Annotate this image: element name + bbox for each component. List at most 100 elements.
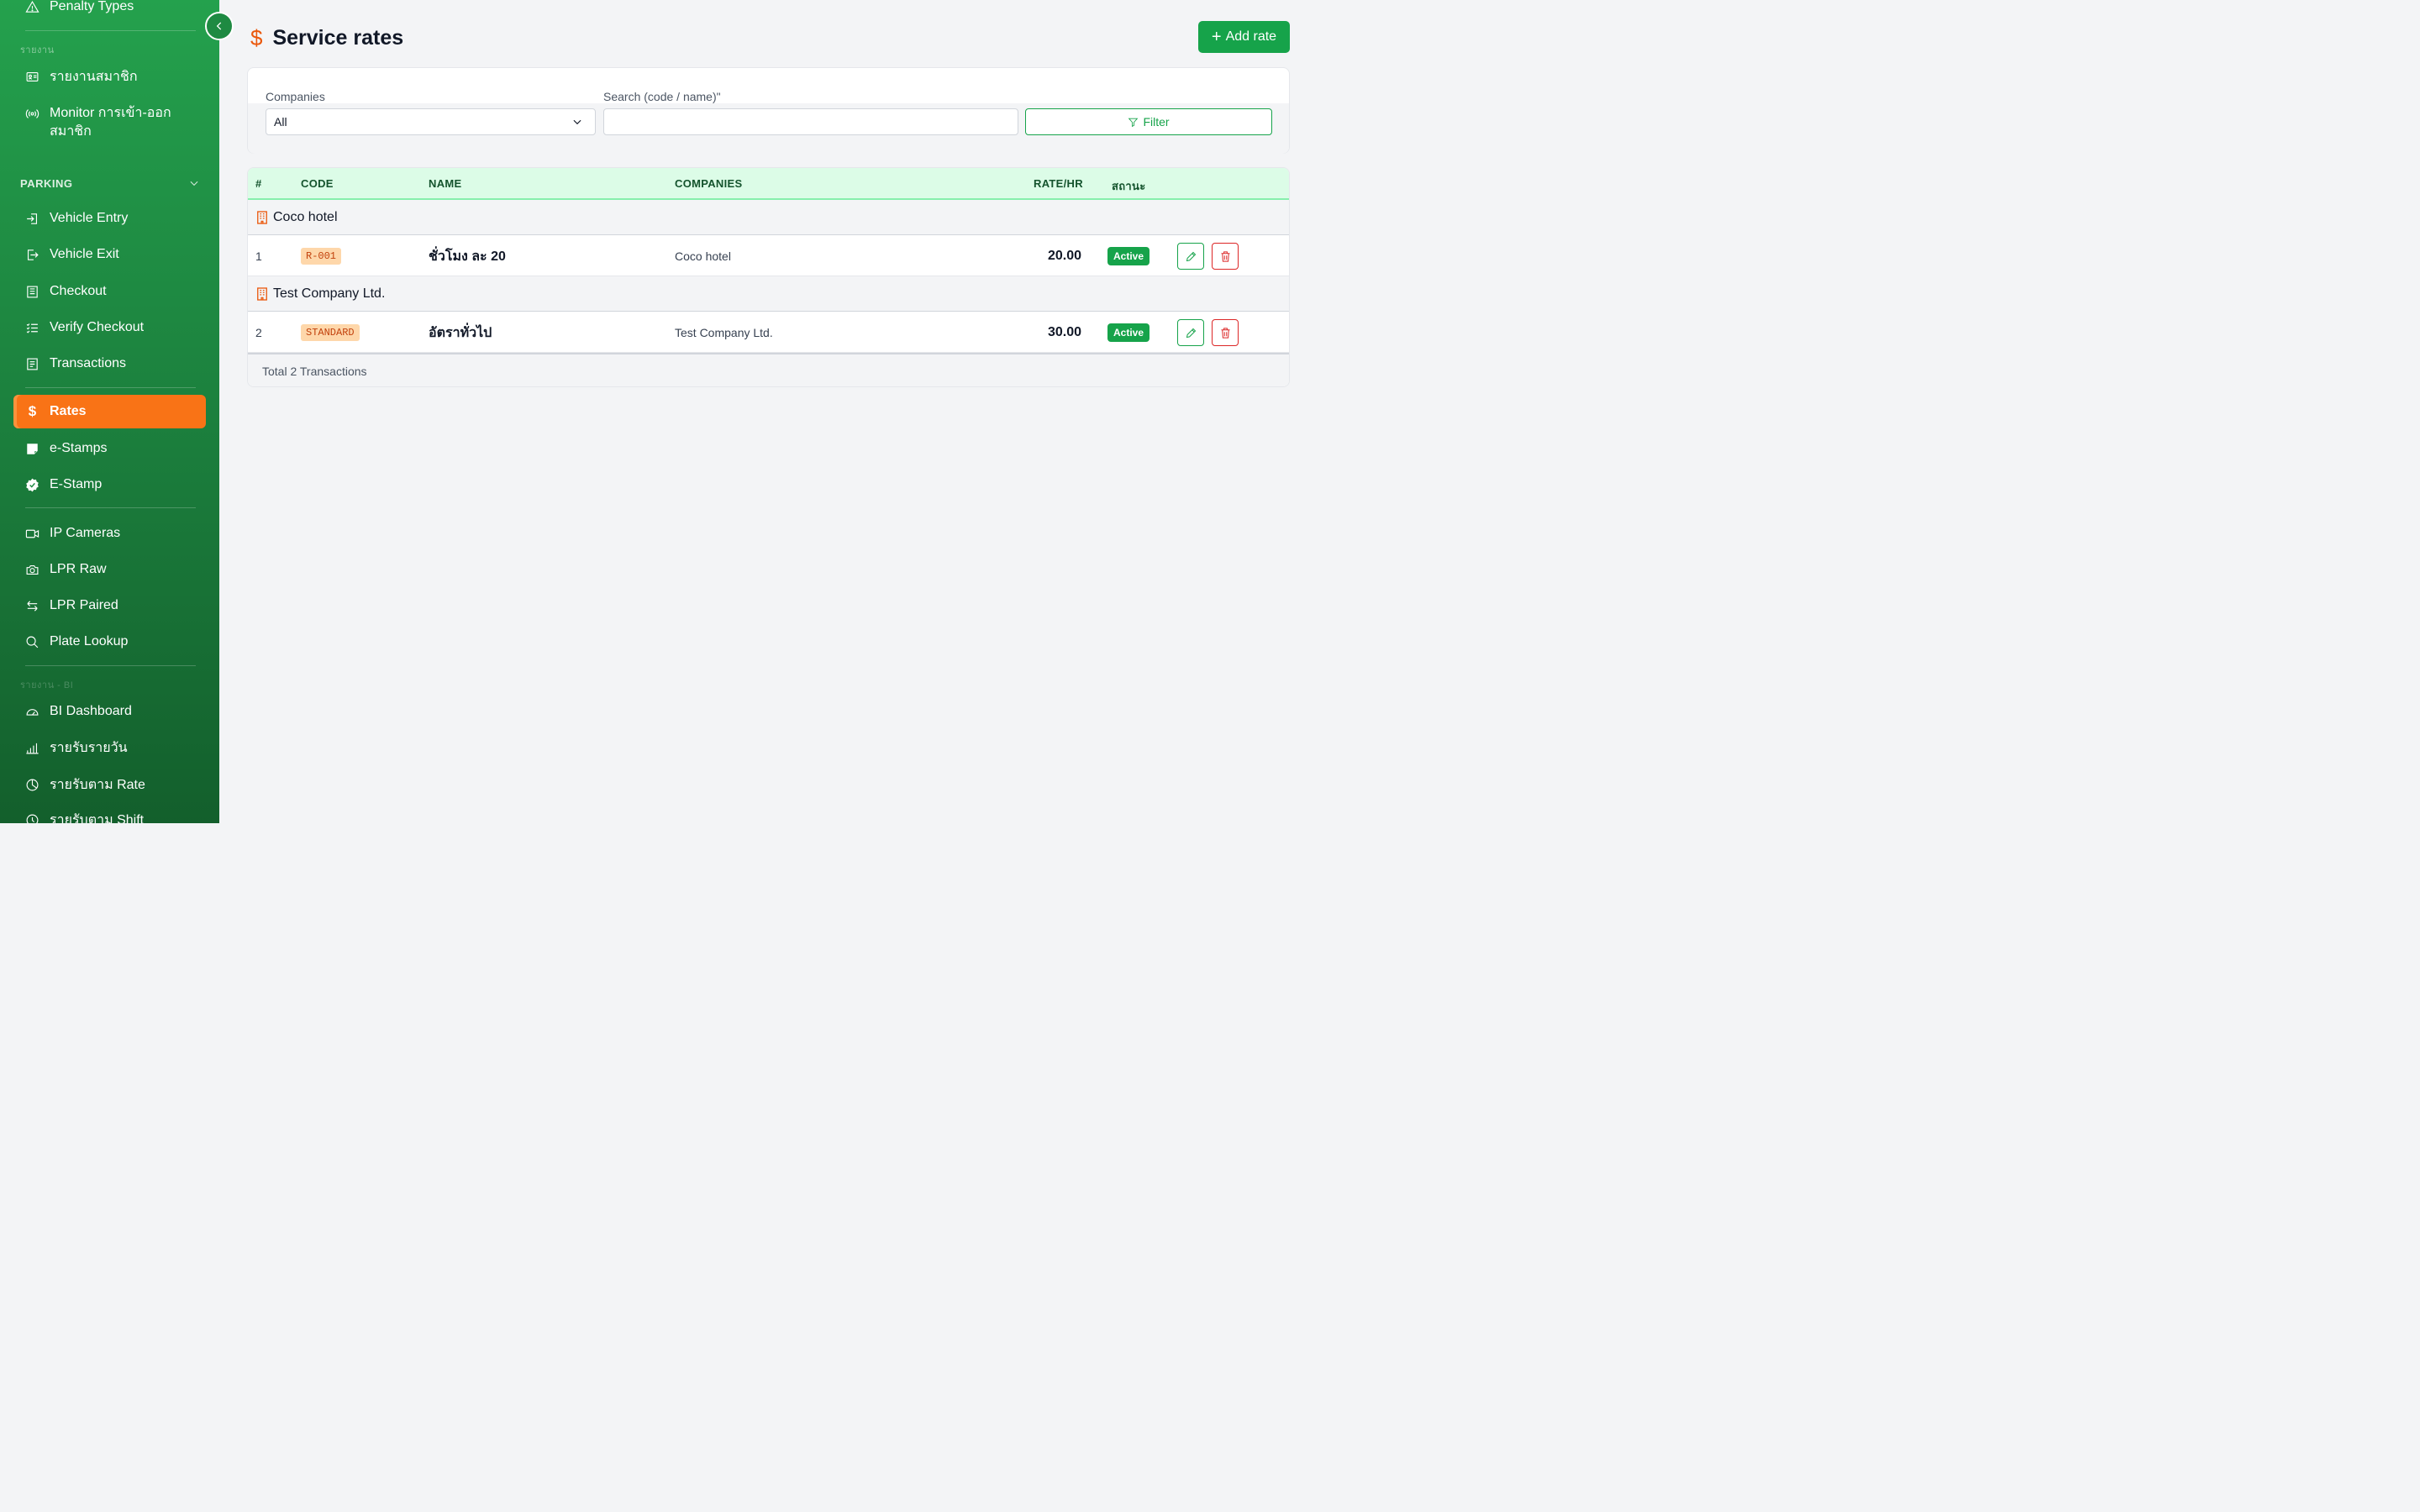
table-row[interactable]: 1 R-001 ชั่วโมง ละ 20 Coco hotel 20.00 A… xyxy=(248,236,1289,276)
sidebar-item-label: Plate Lookup xyxy=(50,634,129,648)
sidebar-section-parking[interactable]: PARKING xyxy=(20,175,200,192)
sidebar-item-label: Penalty Types xyxy=(50,0,134,13)
sidebar-item-label: รายรับตาม Shift xyxy=(50,812,145,824)
page-title: Service rates xyxy=(272,26,404,50)
company-name: Coco hotel xyxy=(675,249,731,263)
sidebar-item-checkout[interactable]: Checkout xyxy=(13,275,206,308)
table-footer: Total 2 Transactions xyxy=(248,353,1289,386)
funnel-icon xyxy=(1128,118,1139,127)
rate-value: 20.00 xyxy=(1047,249,1081,263)
filter-button-label: Filter xyxy=(1143,115,1170,129)
dollar-icon: $ xyxy=(28,403,37,419)
sidebar-item-bi-dashboard[interactable]: BI Dashboard xyxy=(13,695,206,728)
speedometer-icon xyxy=(25,705,39,719)
sidebar-item-daily-income[interactable]: รายรับรายวัน xyxy=(13,731,206,764)
sign-in-icon xyxy=(25,212,39,226)
rate-name: อัตราทั่วไป xyxy=(429,325,492,340)
sidebar-divider xyxy=(25,387,196,388)
table-row[interactable]: 2 STANDARD อัตราทั่วไป Test Company Ltd.… xyxy=(248,312,1289,353)
status-badge: Active xyxy=(1107,323,1150,342)
status-badge: Active xyxy=(1107,247,1150,265)
sidebar: Penalty Types รายงาน รายงานสมาชิก Monito… xyxy=(0,0,219,823)
sidebar-item-label: Vehicle Exit xyxy=(50,247,119,261)
sidebar-divider xyxy=(25,30,196,31)
sidebar-item-plate-lookup[interactable]: Plate Lookup xyxy=(13,625,206,659)
column-header-companies: COMPANIES xyxy=(675,177,743,190)
sidebar-item-e-stamp[interactable]: E-Stamp xyxy=(13,468,206,501)
sidebar-item-ip-cameras[interactable]: IP Cameras xyxy=(13,517,206,550)
sidebar-divider xyxy=(25,665,196,666)
sidebar-item-lpr-paired[interactable]: LPR Paired xyxy=(13,589,206,622)
plus-icon: + xyxy=(1211,28,1222,46)
add-rate-button[interactable]: + Add rate xyxy=(1198,21,1290,53)
sidebar-item-vehicle-exit[interactable]: Vehicle Exit xyxy=(13,238,206,271)
sidebar-item-member-monitor[interactable]: Monitor การเข้า-ออก สมาชิก xyxy=(13,101,206,144)
column-header-number: # xyxy=(255,177,262,190)
edit-button[interactable] xyxy=(1177,319,1204,346)
sidebar-item-penalty-types[interactable]: Penalty Types xyxy=(13,0,206,24)
chevron-left-icon xyxy=(216,22,222,30)
column-header-name: NAME xyxy=(429,177,462,190)
broadcast-icon xyxy=(25,107,39,121)
row-number: 2 xyxy=(255,326,262,339)
edit-button[interactable] xyxy=(1177,243,1204,270)
trash-icon xyxy=(1221,250,1229,262)
chevron-down-icon xyxy=(190,181,198,186)
sidebar-caption-bi: รายงาน - BI xyxy=(20,680,74,690)
sidebar-item-label: รายรับตาม Rate xyxy=(50,777,145,792)
sidebar-divider xyxy=(25,507,196,508)
sidebar-item-label: รายรับรายวัน xyxy=(50,740,128,755)
add-rate-label: Add rate xyxy=(1225,29,1277,44)
sidebar-item-member-report[interactable]: รายงานสมาชิก xyxy=(13,60,206,93)
sidebar-item-rates[interactable]: $ Rates xyxy=(13,395,206,428)
sidebar-item-label: E-Stamp xyxy=(50,477,103,491)
group-name: Test Company Ltd. xyxy=(273,286,386,301)
id-card-icon xyxy=(25,70,39,84)
code-badge: STANDARD xyxy=(301,324,360,341)
page-header: $ Service rates xyxy=(250,25,403,51)
sidebar-item-verify-checkout[interactable]: Verify Checkout xyxy=(13,311,206,344)
sidebar-item-label: BI Dashboard xyxy=(50,704,132,718)
company-name: Test Company Ltd. xyxy=(675,326,773,339)
checklist-icon xyxy=(25,321,39,335)
sidebar-item-label: รายงานสมาชิก xyxy=(50,69,138,84)
column-header-rate: RATE/HR xyxy=(1034,177,1083,190)
sidebar-caption-reports: รายงาน xyxy=(20,45,55,55)
sidebar-item-transactions[interactable]: Transactions xyxy=(13,347,206,381)
companies-label: Companies xyxy=(266,90,325,103)
sidebar-item-label: Verify Checkout xyxy=(50,320,145,334)
pencil-icon xyxy=(1186,328,1196,338)
group-row: Test Company Ltd. xyxy=(248,276,1289,312)
sidebar-item-label: IP Cameras xyxy=(50,526,121,540)
sidebar-item-income-by-rate[interactable]: รายรับตาม Rate xyxy=(13,768,206,801)
building-icon xyxy=(257,210,267,224)
sidebar-item-label: Monitor การเข้า-ออก สมาชิก xyxy=(50,106,171,139)
dollar-icon: $ xyxy=(250,25,263,50)
sign-out-icon xyxy=(25,248,39,262)
filter-button[interactable]: Filter xyxy=(1025,108,1272,135)
clock-icon xyxy=(25,813,39,823)
companies-select-value: All xyxy=(274,115,287,129)
search-input[interactable] xyxy=(603,108,1018,135)
sidebar-item-income-by-shift[interactable]: รายรับตาม Shift xyxy=(13,803,206,823)
camera-icon xyxy=(25,563,39,577)
sidebar-item-label: LPR Paired xyxy=(50,598,118,612)
table-header: # CODE NAME COMPANIES RATE/HR สถานะ xyxy=(248,168,1289,200)
trash-icon xyxy=(1221,327,1229,339)
companies-select[interactable]: All xyxy=(266,108,596,135)
row-number: 1 xyxy=(255,249,262,263)
delete-button[interactable] xyxy=(1212,319,1239,346)
sidebar-item-e-stamps[interactable]: e-Stamps xyxy=(13,432,206,465)
search-icon xyxy=(25,635,39,649)
sidebar-item-lpr-raw[interactable]: LPR Raw xyxy=(13,553,206,586)
sidebar-item-label: Rates xyxy=(50,404,87,418)
rate-name: ชั่วโมง ละ 20 xyxy=(429,249,506,264)
code-badge: R-001 xyxy=(301,248,342,265)
rate-value: 30.00 xyxy=(1047,325,1081,339)
delete-button[interactable] xyxy=(1212,243,1239,270)
sidebar-item-vehicle-entry[interactable]: Vehicle Entry xyxy=(13,202,206,235)
sidebar-item-label: LPR Raw xyxy=(50,562,107,576)
sidebar-collapse-button[interactable] xyxy=(205,12,234,40)
filter-panel: Companies Search (code / name)" All Filt… xyxy=(247,67,1290,154)
sidebar-item-label: Vehicle Entry xyxy=(50,211,129,225)
